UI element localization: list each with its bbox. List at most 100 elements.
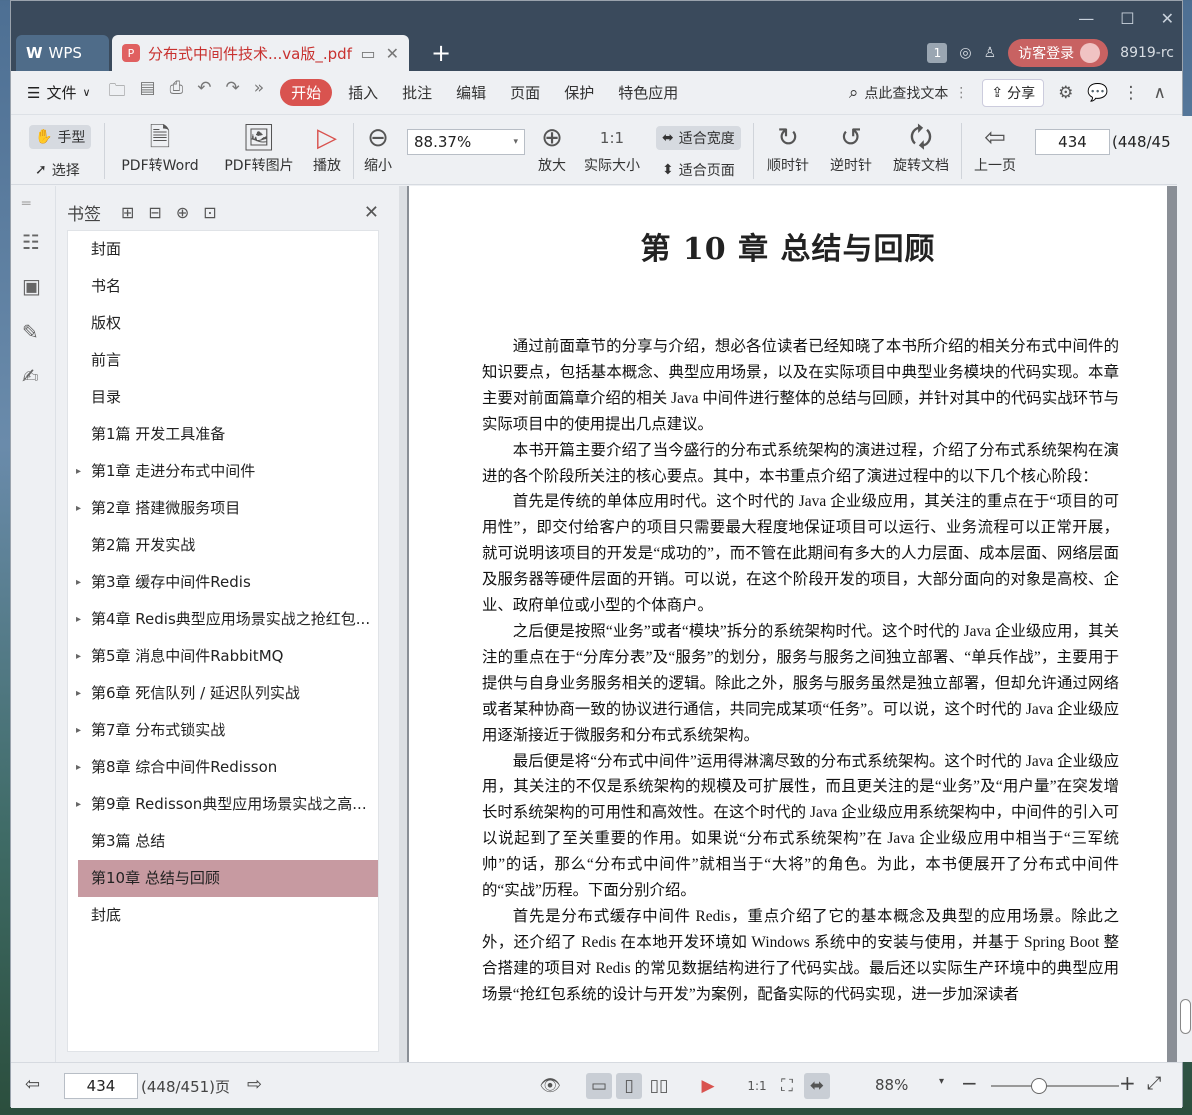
bookmark-item[interactable]: ▸ 第4章 Redis典型应用场景实战之抢红包...: [68, 601, 378, 638]
bookmark-item[interactable]: 前言: [68, 342, 378, 379]
fit-width-status-icon[interactable]: ⬌: [804, 1073, 830, 1099]
bookmark-item[interactable]: 第1篇 开发工具准备: [68, 416, 378, 453]
rotate-counter-button[interactable]: ↺ 逆时针: [824, 121, 878, 175]
bookmark-item[interactable]: 封面: [68, 231, 378, 268]
bookmark-item[interactable]: 目录: [68, 379, 378, 416]
expand-arrow-icon[interactable]: ▸: [76, 786, 81, 823]
thumbnail-icon[interactable]: ▣: [22, 274, 41, 298]
share-button[interactable]: ⇪ 分享: [982, 78, 1045, 107]
zoom-minus-icon[interactable]: −: [961, 1071, 978, 1095]
more-arrows-icon[interactable]: »: [254, 78, 264, 107]
collapse-all-icon[interactable]: ⊟: [148, 203, 161, 222]
actual-size-button[interactable]: 1:1 实际大小: [579, 121, 645, 175]
expand-arrow-icon[interactable]: ▸: [76, 638, 81, 675]
bookmark-item[interactable]: ▸ 第8章 综合中间件Redisson: [68, 749, 378, 786]
save-icon[interactable]: ▤: [140, 78, 156, 107]
expand-arrow-icon[interactable]: ▸: [76, 675, 81, 712]
maximize-icon[interactable]: ☐: [1120, 9, 1134, 28]
fit-page-button[interactable]: ⬍ 适合页面: [662, 160, 735, 180]
fit-page-status-icon[interactable]: ⛶: [774, 1073, 800, 1099]
bookmark-item[interactable]: ▸ 第3章 缓存中间件Redis: [68, 564, 378, 601]
single-page-icon[interactable]: ▯: [616, 1073, 642, 1099]
close-panel-icon[interactable]: ✕: [364, 202, 379, 223]
rotate-document-button[interactable]: 🗘 旋转文档: [888, 121, 954, 175]
expand-arrow-icon[interactable]: ▸: [76, 490, 81, 527]
page-number-input[interactable]: 434: [1035, 129, 1110, 155]
bookmark-item[interactable]: ▸ 第2章 搭建微服务项目: [68, 490, 378, 527]
bookmark-item[interactable]: 第10章 总结与回顾: [78, 860, 378, 897]
select-tool-button[interactable]: ➚ 选择: [35, 160, 80, 180]
menu-edit[interactable]: 编辑: [444, 82, 498, 103]
annotation-icon[interactable]: ✎: [22, 320, 39, 344]
find-text-button[interactable]: ⌕ 点此查找文本 ⋮: [849, 83, 969, 103]
zoom-out-button[interactable]: ⊖ 缩小: [361, 121, 395, 175]
bookmark-options-icon[interactable]: ⊡: [203, 203, 216, 222]
expand-arrow-icon[interactable]: ▸: [76, 601, 81, 638]
panel-splitter[interactable]: [399, 186, 407, 1062]
scrollbar-thumb[interactable]: [1180, 999, 1191, 1034]
menu-insert[interactable]: 插入: [336, 82, 390, 103]
new-tab-button[interactable]: +: [431, 35, 451, 71]
expand-arrow-icon[interactable]: ▸: [76, 564, 81, 601]
bookmark-item[interactable]: ▸ 第6章 死信队列 / 延迟队列实战: [68, 675, 378, 712]
document-viewport[interactable]: 第 10 章 总结与回顾 通过前面章节的分享与介绍，想必各位读者已经知晓了本书所…: [407, 186, 1177, 1062]
tab-close-icon[interactable]: ✕: [386, 44, 399, 63]
menu-page[interactable]: 页面: [498, 82, 552, 103]
undo-icon[interactable]: ↶: [197, 78, 211, 107]
menu-protect[interactable]: 保护: [552, 82, 606, 103]
zoom-dropdown-icon[interactable]: ▾: [939, 1076, 944, 1087]
collapse-ribbon-icon[interactable]: ∧: [1154, 83, 1166, 103]
bookmark-item[interactable]: ▸ 第5章 消息中间件RabbitMQ: [68, 638, 378, 675]
add-bookmark-icon[interactable]: ⊕: [176, 203, 189, 222]
pdf-to-word-button[interactable]: 🗎 PDF转Word: [114, 121, 206, 175]
zoom-select[interactable]: 88.37% ▾: [407, 129, 525, 155]
visitor-login-button[interactable]: 访客登录: [1008, 39, 1109, 67]
status-page-input[interactable]: 434: [64, 1073, 138, 1099]
bookmark-item[interactable]: 封底: [68, 897, 378, 934]
expand-arrow-icon[interactable]: ▸: [76, 712, 81, 749]
menu-annotate[interactable]: 批注: [390, 82, 444, 103]
hand-tool-button[interactable]: ✋ 手型: [29, 125, 92, 149]
tab-document[interactable]: P 分布式中间件技术...va版_.pdf ▭ ✕: [112, 35, 409, 71]
close-icon[interactable]: ✕: [1161, 9, 1174, 28]
rotate-clockwise-button[interactable]: ↻ 顺时针: [761, 121, 815, 175]
bookmark-item[interactable]: 第2篇 开发实战: [68, 527, 378, 564]
skin-icon[interactable]: ◎: [959, 45, 971, 61]
expand-arrow-icon[interactable]: ▸: [76, 453, 81, 490]
pdf-to-image-button[interactable]: 🖼 PDF转图片: [214, 121, 304, 175]
bookmark-item[interactable]: 版权: [68, 305, 378, 342]
zoom-slider[interactable]: [991, 1078, 1119, 1094]
bookmark-item[interactable]: ▸ 第1章 走进分布式中间件: [68, 453, 378, 490]
more-menu-icon[interactable]: ⋮: [1123, 83, 1140, 103]
bookmark-item[interactable]: ▸ 第9章 Redisson典型应用场景实战之高...: [68, 786, 378, 823]
fit-width-button[interactable]: ⬌ 适合宽度: [656, 126, 741, 150]
shirt-icon[interactable]: ♙: [984, 45, 997, 61]
double-page-icon[interactable]: ▯▯: [646, 1073, 672, 1099]
page-count-badge[interactable]: 1: [927, 43, 948, 63]
signature-icon[interactable]: ✍: [22, 364, 39, 388]
menu-features[interactable]: 特色应用: [606, 82, 690, 103]
outline-icon[interactable]: ☷: [22, 230, 40, 254]
bookmark-item[interactable]: ▸ 第7章 分布式锁实战: [68, 712, 378, 749]
minimize-icon[interactable]: —: [1078, 9, 1094, 28]
eye-protection-icon[interactable]: 👁: [537, 1073, 563, 1099]
window-mode-icon[interactable]: ▭: [360, 44, 375, 63]
vertical-scrollbar[interactable]: [1177, 116, 1192, 1062]
zoom-slider-knob[interactable]: [1031, 1078, 1047, 1094]
bookmark-item[interactable]: 第3篇 总结: [68, 823, 378, 860]
zoom-plus-icon[interactable]: +: [1119, 1071, 1136, 1095]
more-vertical-icon[interactable]: ⋮: [954, 85, 968, 101]
file-menu[interactable]: ☰ 文件 ∨: [27, 82, 91, 103]
open-folder-icon[interactable]: 🗀: [109, 78, 126, 107]
print-icon[interactable]: ⎙: [170, 78, 184, 107]
prev-page-icon[interactable]: ⇦: [25, 1074, 40, 1095]
next-page-icon[interactable]: ⇨: [247, 1074, 262, 1095]
actual-size-status-icon[interactable]: 1:1: [744, 1073, 770, 1099]
drag-handle-icon[interactable]: ═: [22, 196, 30, 212]
menu-start[interactable]: 开始: [280, 79, 333, 106]
continuous-view-icon[interactable]: ▭: [586, 1073, 612, 1099]
prev-page-button[interactable]: ⇦ 上一页: [969, 121, 1021, 175]
expand-arrow-icon[interactable]: ▸: [76, 749, 81, 786]
bookmark-item[interactable]: 书名: [68, 268, 378, 305]
zoom-in-button[interactable]: ⊕ 放大: [535, 121, 569, 175]
